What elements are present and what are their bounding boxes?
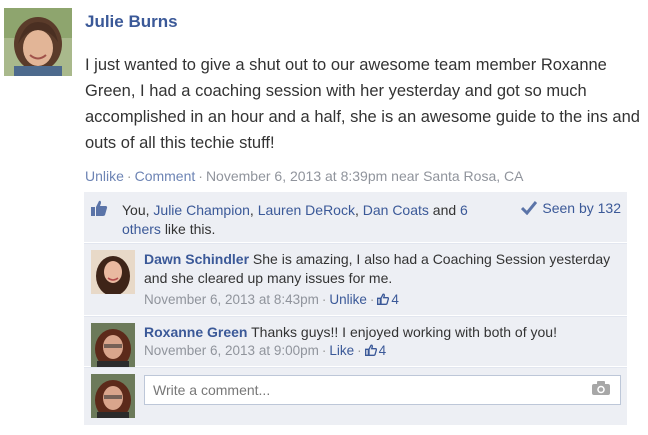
likes-you: You, — [122, 202, 150, 218]
liker-link[interactable]: Dan Coats — [363, 202, 429, 218]
likes-suffix: like this. — [164, 221, 216, 237]
thumbs-up-icon — [90, 199, 108, 217]
comment-like-link[interactable]: Like — [329, 343, 354, 358]
comment-content: Dawn Schindler She is amazing, I also ha… — [144, 250, 614, 288]
comment-like-count[interactable]: 4 — [377, 292, 399, 307]
separator-dot: · — [198, 168, 203, 184]
comment-unlike-link[interactable]: Unlike — [329, 292, 367, 307]
commenter-name[interactable]: Roxanne Green — [144, 324, 247, 340]
separator-dot: · — [321, 292, 327, 307]
like-count: 4 — [391, 292, 399, 307]
likes-separator: , — [249, 202, 254, 218]
separator-dot: · — [126, 168, 132, 184]
like-count: 4 — [378, 343, 387, 358]
comment-meta: November 6, 2013 at 8:43pm · Unlike · 4 — [144, 292, 399, 307]
comment-timestamp[interactable]: November 6, 2013 at 8:43pm — [144, 292, 319, 307]
comment-link[interactable]: Comment — [135, 168, 196, 184]
liker-link[interactable]: Lauren DeRock — [258, 202, 355, 218]
checkmark-icon — [521, 201, 538, 216]
comment-input[interactable]: Write a comment... — [144, 375, 621, 405]
separator-dot: · — [357, 343, 362, 358]
comment-item: Roxanne Green Thanks guys!! I enjoyed wo… — [84, 316, 627, 367]
post-actions-bar: Unlike · Comment · November 6, 2013 at 8:39p… — [85, 168, 523, 184]
seen-by-link[interactable]: Seen by 132 — [521, 200, 621, 216]
commenter-name[interactable]: Dawn Schindler — [144, 251, 249, 267]
liker-link[interactable]: Julie Champion — [153, 202, 250, 218]
comment-timestamp[interactable]: November 6, 2013 at 9:00pm — [144, 343, 319, 358]
thumbs-up-icon — [377, 293, 390, 305]
feedback-panel: You, Julie Champion, Lauren DeRock, Dan … — [84, 192, 627, 425]
camera-icon[interactable] — [591, 380, 611, 396]
comment-meta: November 6, 2013 at 9:00pm · Like · 4 — [144, 343, 386, 358]
separator-dot: · — [321, 343, 327, 358]
comment-content: Roxanne Green Thanks guys!! I enjoyed wo… — [144, 323, 614, 342]
post-author-name[interactable]: Julie Burns — [85, 12, 178, 32]
likes-summary: You, Julie Champion, Lauren DeRock, Dan … — [84, 192, 627, 242]
author-avatar[interactable] — [4, 8, 72, 76]
comment-text: Thanks guys!! I enjoyed working with bot… — [251, 324, 557, 340]
thumbs-up-icon — [364, 344, 377, 356]
seen-count: Seen by 132 — [542, 200, 621, 216]
post-timestamp[interactable]: November 6, 2013 at 8:39pm near Santa Ro… — [206, 168, 524, 184]
likes-separator: , — [354, 202, 359, 218]
likers-sentence: You, Julie Champion, Lauren DeRock, Dan … — [122, 201, 482, 239]
comment-composer: Write a comment... — [84, 367, 627, 425]
comment-item: Dawn Schindler She is amazing, I also ha… — [84, 243, 627, 315]
commenter-avatar[interactable] — [91, 250, 135, 294]
current-user-avatar — [91, 374, 135, 418]
unlike-link[interactable]: Unlike — [85, 168, 124, 184]
likes-and: and — [432, 202, 457, 218]
commenter-avatar[interactable] — [91, 323, 135, 367]
post-message: I just wanted to give a shut out to our … — [85, 56, 640, 152]
separator-dot: · — [369, 292, 375, 307]
comment-like-count[interactable]: 4 — [364, 343, 387, 358]
